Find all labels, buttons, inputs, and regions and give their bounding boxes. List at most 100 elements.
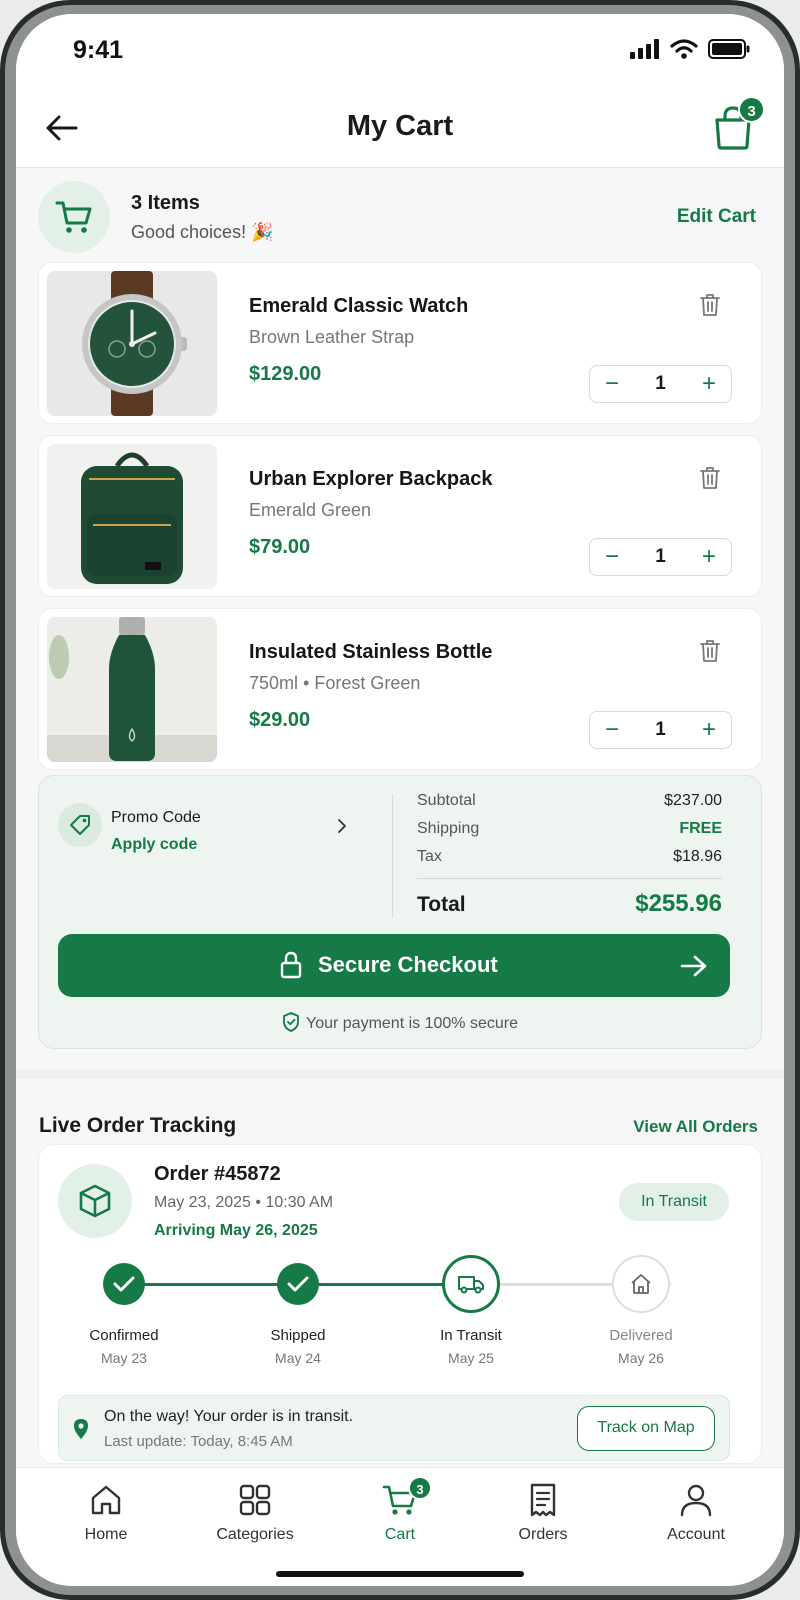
shield-icon — [283, 1012, 299, 1032]
divider — [417, 878, 722, 879]
item-name[interactable]: Emerald Classic Watch — [249, 295, 468, 318]
quantity-stepper: − 1 + — [589, 711, 732, 749]
subtotal-label: Subtotal — [417, 792, 476, 809]
quantity-stepper: − 1 + — [589, 538, 732, 576]
cart-item: Insulated Stainless Bottle 750ml • Fores… — [38, 608, 762, 770]
step-delivered-home-icon — [612, 1255, 670, 1313]
edit-cart-link[interactable]: Edit Cart — [677, 206, 756, 228]
decrease-button[interactable]: − — [592, 539, 632, 575]
item-name[interactable]: Urban Explorer Backpack — [249, 468, 492, 491]
step-shipped-check-icon — [277, 1263, 319, 1305]
status-badge: In Transit — [619, 1183, 729, 1221]
order-date: May 23, 2025 • 10:30 AM — [154, 1194, 334, 1211]
last-update: Last update: Today, 8:45 AM — [104, 1433, 293, 1450]
checkout-summary-card: Promo Code Apply code Subtotal $237.00 S… — [38, 775, 762, 1049]
subtotal-row: Subtotal $237.00 — [417, 792, 722, 810]
step-label: Shipped — [270, 1327, 326, 1344]
decrease-button[interactable]: − — [592, 366, 632, 402]
product-image-watch — [47, 271, 217, 416]
divider — [392, 794, 393, 918]
order-tracking-card: Order #45872 May 23, 2025 • 10:30 AM Arr… — [38, 1144, 762, 1464]
total-label: Total — [417, 893, 466, 916]
arrival-date: Arriving May 26, 2025 — [154, 1222, 318, 1239]
signal-icon — [630, 39, 659, 59]
step-label: Delivered — [609, 1327, 673, 1344]
grid-icon — [239, 1484, 271, 1516]
trash-icon[interactable] — [699, 639, 721, 663]
view-all-orders-link[interactable]: View All Orders — [633, 1117, 758, 1137]
decrease-button[interactable]: − — [592, 712, 632, 748]
nav-item-account[interactable]: Account — [636, 1482, 756, 1544]
increase-button[interactable]: + — [689, 539, 729, 575]
shipping-label: Shipping — [417, 820, 480, 837]
nav-item-categories[interactable]: Categories — [195, 1482, 315, 1544]
tax-row: Tax $18.96 — [417, 848, 722, 866]
nav-label: Cart — [384, 1526, 416, 1543]
quantity-value: 1 — [655, 719, 666, 740]
total-value: $255.96 — [635, 890, 722, 917]
increase-button[interactable]: + — [689, 366, 729, 402]
tag-icon — [58, 803, 102, 847]
track-on-map-button[interactable]: Track on Map — [577, 1406, 715, 1451]
nav-label: Categories — [216, 1526, 294, 1543]
nav-item-cart[interactable]: 3 Cart — [340, 1476, 460, 1544]
cart-item: Emerald Classic Watch Brown Leather Stra… — [38, 262, 762, 424]
step-date: May 25 — [448, 1350, 494, 1366]
trash-icon[interactable] — [699, 466, 721, 490]
bottom-navigation: Home Categories 3 Cart Orders Account — [16, 1467, 784, 1586]
step-confirmed-check-icon — [103, 1263, 145, 1305]
item-variant: Emerald Green — [249, 500, 372, 520]
quantity-value: 1 — [655, 546, 666, 567]
step-date: May 26 — [618, 1350, 664, 1366]
increase-button[interactable]: + — [689, 712, 729, 748]
transit-message: On the way! Your order is in transit. — [104, 1408, 354, 1425]
secure-note: Your payment is 100% secure — [39, 1012, 761, 1033]
step-label: In Transit — [440, 1327, 502, 1344]
status-time: 9:41 — [73, 36, 124, 64]
quantity-stepper: − 1 + — [589, 365, 732, 403]
step-label: Confirmed — [89, 1327, 159, 1344]
item-name[interactable]: Insulated Stainless Bottle — [249, 641, 492, 664]
item-price: $29.00 — [249, 709, 311, 731]
cart-item: Urban Explorer Backpack Emerald Green $7… — [38, 435, 762, 597]
section-separator — [16, 1069, 784, 1079]
secure-note-text: Your payment is 100% secure — [306, 1015, 518, 1032]
step-in-transit-truck-icon — [442, 1255, 500, 1313]
apply-code-link[interactable]: Apply code — [111, 836, 197, 854]
product-image-backpack — [47, 444, 217, 589]
chevron-right-icon[interactable] — [335, 818, 349, 834]
items-count: 3 Items — [131, 192, 200, 214]
product-image-bottle — [47, 617, 217, 762]
nav-item-orders[interactable]: Orders — [483, 1482, 603, 1544]
nav-label: Account — [667, 1526, 725, 1543]
nav-cart-badge: 3 — [408, 1476, 432, 1500]
item-price: $79.00 — [249, 536, 311, 558]
home-indicator — [276, 1571, 524, 1577]
step-date: May 23 — [101, 1350, 147, 1366]
receipt-icon — [530, 1483, 556, 1517]
trash-icon[interactable] — [699, 293, 721, 317]
subtotal-value: $237.00 — [664, 792, 722, 809]
status-bar: 9:41 — [16, 14, 784, 88]
shipping-row: Shipping FREE — [417, 820, 722, 838]
screen: 9:41 My Cart 3 3 Items Good choices! 🎉 E… — [16, 14, 784, 1586]
person-icon — [680, 1484, 712, 1517]
tracking-section-title: Live Order Tracking — [39, 1114, 237, 1137]
secure-checkout-button[interactable]: Secure Checkout — [58, 934, 730, 997]
quantity-value: 1 — [655, 373, 666, 394]
cart-count-badge: 3 — [738, 96, 765, 123]
status-icons — [630, 39, 750, 59]
items-subtitle: Good choices! 🎉 — [131, 222, 274, 242]
page-title: My Cart — [346, 110, 454, 142]
tax-label: Tax — [417, 848, 442, 865]
item-variant: Brown Leather Strap — [249, 327, 415, 347]
location-pin-icon — [74, 1419, 88, 1439]
order-number[interactable]: Order #45872 — [154, 1163, 281, 1186]
promo-title: Promo Code — [111, 809, 201, 826]
tax-value: $18.96 — [673, 848, 722, 865]
step-date: May 24 — [275, 1350, 321, 1366]
transit-status-banner: On the way! Your order is in transit. La… — [58, 1395, 730, 1461]
arrow-right-icon — [680, 955, 707, 977]
package-icon — [58, 1164, 132, 1238]
nav-item-home[interactable]: Home — [46, 1482, 166, 1544]
